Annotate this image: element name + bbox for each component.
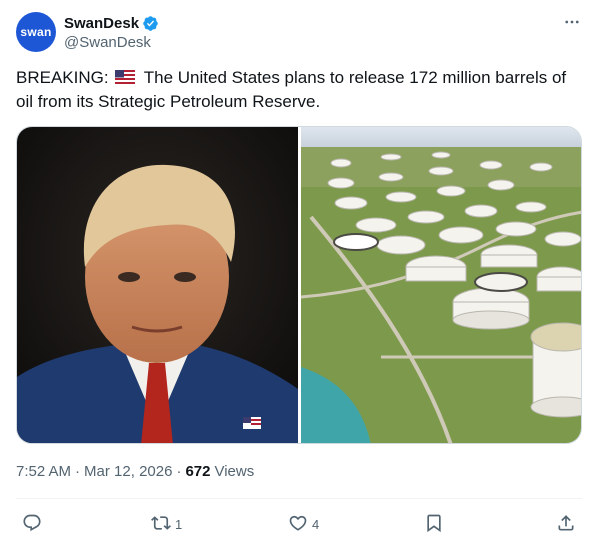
handle[interactable]: @SwanDesk bbox=[64, 34, 159, 51]
tweet-date[interactable]: Mar 12, 2026 bbox=[84, 463, 172, 480]
like-button[interactable]: 4 bbox=[288, 506, 319, 542]
retweet-button[interactable]: 1 bbox=[151, 506, 182, 542]
oil-storage-image[interactable] bbox=[301, 127, 581, 443]
tweet: swan SwanDesk @SwanDesk BREAKING: The Un… bbox=[0, 0, 598, 548]
media-grid[interactable] bbox=[16, 126, 582, 444]
bookmark-icon bbox=[424, 513, 444, 536]
tweet-prefix: BREAKING: bbox=[16, 68, 109, 87]
meta-separator: · bbox=[75, 463, 81, 480]
views-label: Views bbox=[214, 463, 255, 480]
reply-button[interactable] bbox=[22, 506, 46, 542]
reply-icon bbox=[22, 513, 42, 536]
views-count: 672 bbox=[185, 463, 211, 480]
tweet-header: swan SwanDesk @SwanDesk bbox=[16, 12, 582, 56]
share-icon bbox=[556, 513, 576, 536]
bookmark-button[interactable] bbox=[424, 506, 448, 542]
us-flag-icon bbox=[115, 67, 136, 84]
tweet-meta: 7:52 AM · Mar 12, 2026 · 672 Views bbox=[16, 463, 254, 480]
tweet-text: BREAKING: The United States plans to rel… bbox=[16, 66, 576, 114]
heart-icon bbox=[288, 513, 308, 536]
verified-badge-icon bbox=[142, 15, 159, 32]
more-options-icon[interactable] bbox=[562, 12, 582, 32]
divider bbox=[16, 498, 582, 499]
tweet-time[interactable]: 7:52 AM bbox=[16, 463, 71, 480]
meta-separator: · bbox=[176, 463, 182, 480]
author-info: SwanDesk @SwanDesk bbox=[64, 13, 159, 51]
action-bar: 1 4 bbox=[16, 506, 582, 542]
portrait-image[interactable] bbox=[17, 127, 298, 443]
avatar[interactable]: swan bbox=[16, 12, 56, 52]
share-button[interactable] bbox=[556, 506, 576, 542]
retweet-count: 1 bbox=[175, 516, 183, 532]
display-name[interactable]: SwanDesk bbox=[64, 15, 139, 32]
like-count: 4 bbox=[312, 516, 320, 532]
retweet-icon bbox=[151, 513, 171, 536]
